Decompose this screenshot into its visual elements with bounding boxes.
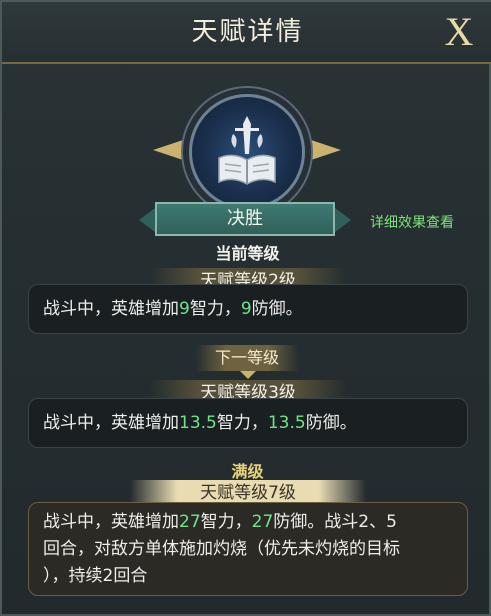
desc-text: 战斗中，英雄增加 [43,512,179,532]
desc-text: 防御。战斗2、5 [273,512,397,532]
desc-text: 战斗中，英雄增加 [43,299,179,319]
desc-text: 智力， [200,512,252,532]
emblem-right-wing [311,140,341,160]
desc-line-3: ），持续2回合 [43,566,148,586]
current-level-description: 战斗中，英雄增加9智力，9防御。 [28,284,468,334]
down-arrow-icon [240,371,256,379]
detail-effect-link[interactable]: 详细效果查看 [370,212,480,234]
book-sword-icon [218,116,276,185]
talent-detail-panel: 天赋详情 X 决胜 详细效果查看 当前等级 天赋等级2级 战斗中，英雄增加9智力… [0,0,491,616]
current-level-label: 当前等级 [215,244,280,263]
emblem-left-wing [153,140,183,160]
int-value: 13.5 [179,413,217,433]
desc-line-1: 战斗中，英雄增加27智力，27防御。战斗2、5 [43,509,453,536]
desc-text: 智力， [189,299,241,319]
desc-text: 防御。 [251,299,303,319]
close-button[interactable]: X [439,10,479,54]
int-value: 27 [179,512,201,532]
title-bar: 天赋详情 X [2,2,491,64]
max-level-label: 满级 [231,462,264,481]
def-value: 9 [240,299,252,319]
int-value: 9 [179,299,190,319]
desc-line-2: 回合，对敌方单体施加灼烧（优先未灼烧的目标 [43,539,400,559]
panel-title: 天赋详情 [191,17,304,47]
talent-name-ribbon: 决胜 [139,202,351,236]
next-level-description: 战斗中，英雄增加13.5智力，13.5防御。 [28,398,468,448]
desc-text: 战斗中，英雄增加 [43,413,179,433]
desc-text: 防御。 [305,413,357,433]
def-value: 13.5 [267,413,306,433]
next-level-label: 下一等级 [195,345,299,371]
def-value: 27 [251,512,274,532]
max-level-description: 战斗中，英雄增加27智力，27防御。战斗2、5 回合，对敌方单体施加灼烧（优先未… [28,502,468,596]
desc-text: 智力， [216,413,268,433]
